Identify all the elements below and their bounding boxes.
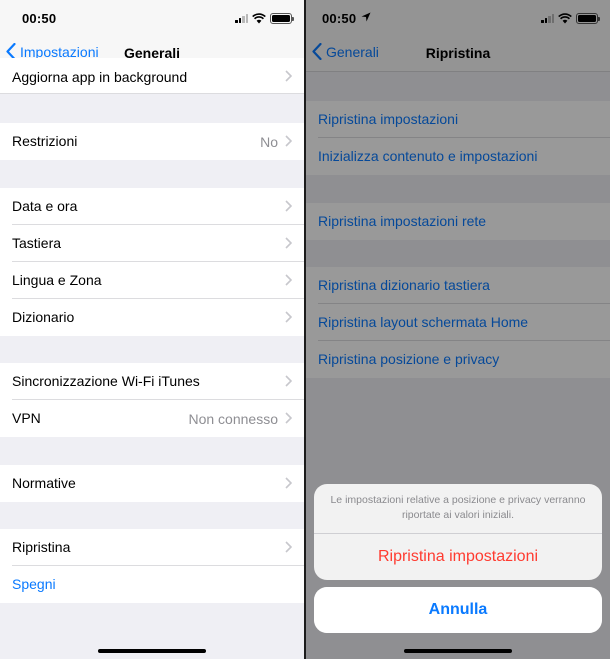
settings-row-ripristina[interactable]: Ripristina	[0, 529, 304, 566]
chevron-right-icon	[285, 237, 292, 249]
action-sheet-message: Le impostazioni relative a posizione e p…	[314, 484, 602, 534]
settings-row-restrizioni[interactable]: Restrizioni No	[0, 123, 304, 160]
status-icons	[235, 12, 294, 24]
row-value: Non connesso	[188, 411, 278, 427]
battery-icon	[270, 12, 294, 24]
row-label: Tastiera	[12, 235, 62, 251]
home-indicator[interactable]	[404, 649, 512, 653]
settings-row-normative[interactable]: Normative	[0, 465, 304, 502]
action-sheet: Le impostazioni relative a posizione e p…	[314, 484, 602, 580]
settings-row-vpn[interactable]: VPN Non connesso	[0, 400, 304, 437]
row-label: Dizionario	[12, 309, 75, 325]
row-label: Normative	[12, 475, 76, 491]
cancel-sheet: Annulla	[314, 587, 602, 633]
chevron-right-icon	[285, 375, 292, 387]
home-indicator[interactable]	[98, 649, 206, 653]
ripristina-screen: 00:50 Generali Ripristina Ripristina imp…	[306, 0, 610, 659]
status-time: 00:50	[22, 11, 57, 26]
chevron-right-icon	[285, 541, 292, 553]
generali-screen: 00:50 Impostazioni Generali Aggiorna app…	[0, 0, 304, 659]
settings-row-sync-wifi-itunes[interactable]: Sincronizzazione Wi-Fi iTunes	[0, 363, 304, 400]
chevron-right-icon	[285, 135, 292, 147]
chevron-right-icon	[285, 477, 292, 489]
settings-row-lingua-zona[interactable]: Lingua e Zona	[0, 262, 304, 299]
settings-row-dizionario[interactable]: Dizionario	[0, 299, 304, 336]
cancel-button[interactable]: Annulla	[314, 587, 602, 633]
cellular-signal-icon	[235, 13, 248, 23]
chevron-right-icon	[285, 412, 292, 424]
row-label: VPN	[12, 410, 41, 426]
chevron-right-icon	[285, 274, 292, 286]
confirm-reset-button[interactable]: Ripristina impostazioni	[314, 534, 602, 580]
row-label: Spegni	[12, 576, 56, 592]
chevron-right-icon	[285, 200, 292, 212]
row-value: No	[260, 134, 278, 150]
wifi-icon	[252, 12, 266, 23]
row-label: Aggiorna app in background	[12, 69, 188, 85]
status-bar: 00:50	[0, 0, 304, 36]
settings-row-tastiera[interactable]: Tastiera	[0, 225, 304, 262]
row-label: Sincronizzazione Wi-Fi iTunes	[12, 373, 200, 389]
row-label: Lingua e Zona	[12, 272, 102, 288]
row-label: Data e ora	[12, 198, 78, 214]
settings-row-aggiorna-app[interactable]: Aggiorna app in background	[0, 58, 304, 94]
row-label: Restrizioni	[12, 133, 78, 149]
chevron-right-icon	[285, 311, 292, 323]
chevron-right-icon	[285, 70, 292, 82]
settings-row-spegni[interactable]: Spegni	[0, 566, 304, 603]
settings-row-data-ora[interactable]: Data e ora	[0, 188, 304, 225]
row-label: Ripristina	[12, 539, 71, 555]
